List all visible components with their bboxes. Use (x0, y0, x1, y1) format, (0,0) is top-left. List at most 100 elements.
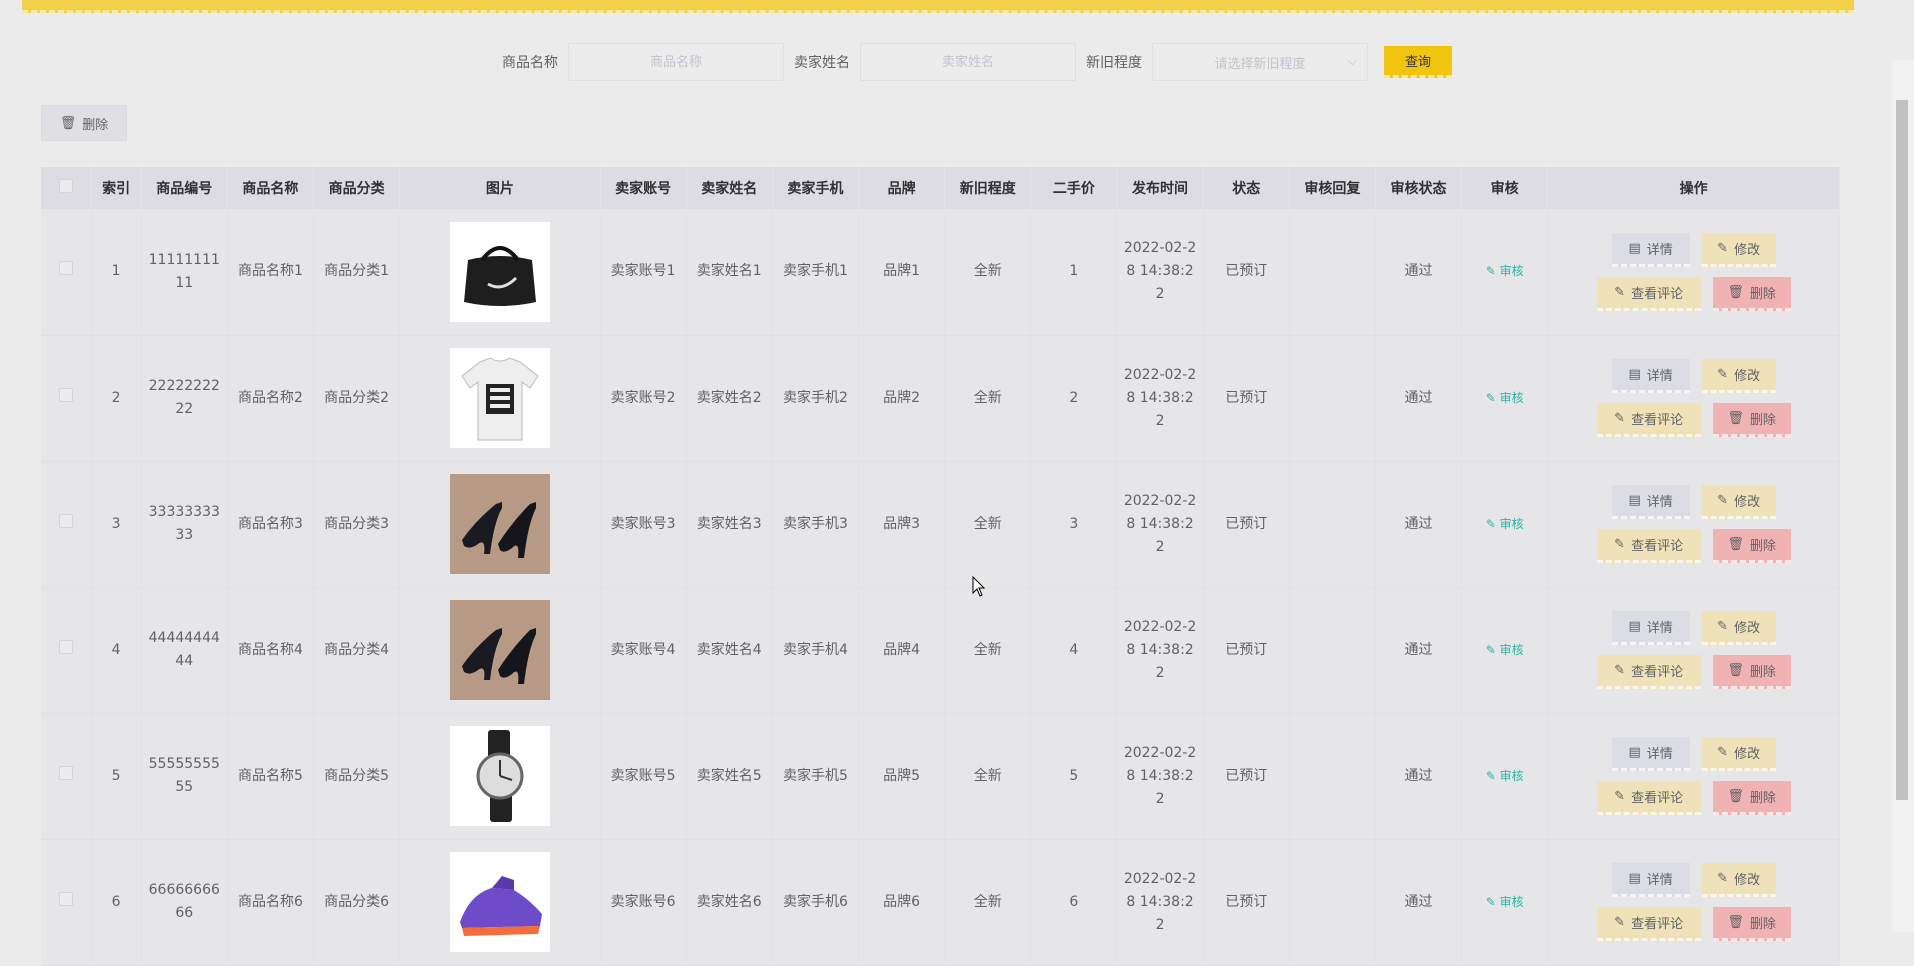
view-comments-button[interactable]: ✎ 查看评论 (1596, 403, 1701, 437)
edit-button[interactable]: ✎ 修改 (1701, 737, 1776, 771)
row-select-cell[interactable] (41, 209, 92, 336)
audit-link[interactable]: ✎ 审核 (1486, 769, 1524, 783)
cell-name: 商品名称1 (227, 209, 315, 336)
header-cell: 操作 (1547, 167, 1840, 209)
table-row: 5 5555555555 商品名称5 商品分类5 卖家账号5 卖家姓名5 卖家手机5 品牌5 全… (41, 713, 1840, 840)
edit-icon: ✎ (1717, 493, 1729, 508)
select-all-checkbox[interactable] (58, 179, 73, 193)
detail-button[interactable]: ▤ 详情 (1611, 611, 1690, 645)
row-checkbox[interactable] (58, 891, 73, 906)
row-select-cell[interactable] (41, 839, 92, 966)
row-checkbox[interactable] (58, 513, 73, 528)
header-cell: 审核回复 (1289, 167, 1376, 209)
audit-link[interactable]: ✎ 审核 (1486, 643, 1524, 657)
detail-button[interactable]: ▤ 详情 (1611, 232, 1690, 267)
chevron-down-icon: ⌵ (1347, 54, 1357, 68)
edit-button[interactable]: ✎ 修改 (1701, 611, 1776, 645)
header-cell: 审核状态 (1375, 167, 1463, 209)
edit-icon: ✎ (1485, 642, 1500, 657)
audit-cell: ✎ 审核 (1461, 713, 1549, 840)
edit-button[interactable]: ✎ 修改 (1701, 485, 1776, 519)
edit-icon: ✎ (1485, 768, 1500, 783)
batch-delete-label: 删除 (82, 117, 109, 133)
cell-audit_status: 通过 (1375, 839, 1463, 966)
delete-button[interactable]: 🗑 删除 (1712, 655, 1791, 689)
seller-name-input[interactable] (860, 43, 1076, 81)
detail-button[interactable]: ▤ 详情 (1611, 359, 1690, 393)
row-select-cell[interactable] (41, 335, 92, 462)
cell-seller: 卖家姓名1 (686, 209, 773, 336)
edit-icon: ✎ (1717, 745, 1729, 760)
cell-account: 卖家账号4 (600, 587, 687, 714)
delete-button[interactable]: 🗑 删除 (1712, 907, 1791, 941)
image-cell (399, 335, 601, 462)
actions-cell: ▤ 详情 ✎ 修改 ✎ 查看评论 🗑 删除 (1547, 713, 1840, 840)
row-select-cell[interactable] (41, 587, 92, 714)
cell-account: 卖家账号3 (600, 461, 687, 588)
cell-audit_status: 通过 (1375, 335, 1463, 462)
cell-name: 商品名称6 (227, 839, 315, 966)
row-checkbox[interactable] (58, 387, 73, 402)
cell-phone: 卖家手机5 (772, 713, 860, 840)
batch-delete-button[interactable]: 🗑 删除 (41, 105, 127, 141)
cell-reply (1289, 587, 1376, 714)
product-name-input[interactable] (568, 43, 784, 81)
search-button[interactable]: 查询 (1384, 46, 1452, 78)
condition-select[interactable]: 请选择新旧程度 ⌵ (1152, 43, 1368, 81)
detail-button[interactable]: ▤ 详情 (1611, 485, 1690, 519)
search-bar: 商品名称 卖家姓名 新旧程度 请选择新旧程度 ⌵ 查询 (0, 42, 1914, 82)
edit-button[interactable]: ✎ 修改 (1701, 232, 1776, 267)
cell-index: 4 (91, 587, 142, 714)
table-row: 4 4444444444 商品名称4 商品分类4 卖家账号4 卖家姓名4 卖家手机4 品牌4 全… (41, 587, 1840, 714)
edit-button[interactable]: ✎ 修改 (1701, 863, 1776, 897)
cell-reply (1289, 461, 1376, 588)
row-select-cell[interactable] (41, 461, 92, 588)
select-all-header[interactable] (41, 167, 92, 209)
row-checkbox[interactable] (58, 765, 73, 780)
cell-seller: 卖家姓名2 (686, 335, 773, 462)
header-cell: 商品编号 (141, 167, 228, 209)
vertical-scrollbar[interactable] (1892, 60, 1914, 932)
cell-time: 2022-02-28 14:38:22 (1116, 713, 1204, 840)
edit-icon: ✎ (1717, 367, 1729, 382)
row-checkbox[interactable] (58, 261, 73, 276)
document-icon: ▤ (1628, 240, 1641, 256)
audit-link[interactable]: ✎ 审核 (1486, 264, 1524, 278)
delete-button[interactable]: 🗑 删除 (1712, 403, 1791, 437)
view-comments-button[interactable]: ✎ 查看评论 (1596, 907, 1701, 941)
edit-icon: ✎ (1485, 390, 1500, 405)
row-checkbox[interactable] (58, 639, 73, 654)
header-cell: 图片 (399, 167, 601, 209)
scrollbar-thumb[interactable] (1896, 100, 1908, 800)
view-comments-button[interactable]: ✎ 查看评论 (1596, 655, 1701, 689)
audit-cell: ✎ 审核 (1461, 587, 1549, 714)
detail-button[interactable]: ▤ 详情 (1611, 737, 1690, 771)
trash-icon: 🗑 (1727, 411, 1744, 426)
delete-button[interactable]: 🗑 删除 (1712, 781, 1791, 815)
cell-category: 商品分类2 (313, 335, 401, 462)
table-row: 1 1111111111 商品名称1 商品分类1 卖家账号1 卖家姓名1 卖家手机1 品牌1 全… (41, 209, 1840, 336)
audit-link[interactable]: ✎ 审核 (1486, 391, 1524, 405)
cell-reply (1289, 335, 1376, 462)
condition-select-placeholder: 请选择新旧程度 (1214, 56, 1306, 72)
header-cell: 卖家账号 (600, 167, 687, 209)
view-comments-button[interactable]: ✎ 查看评论 (1596, 276, 1701, 311)
edit-button[interactable]: ✎ 修改 (1701, 359, 1776, 393)
view-comments-button[interactable]: ✎ 查看评论 (1596, 781, 1701, 815)
cell-name: 商品名称3 (227, 461, 315, 588)
cell-audit_status: 通过 (1375, 461, 1463, 588)
cell-reply (1289, 839, 1376, 966)
cell-condition: 全新 (944, 587, 1032, 714)
view-comments-button[interactable]: ✎ 查看评论 (1596, 529, 1701, 563)
seller-name-label: 卖家姓名 (794, 55, 850, 71)
delete-button[interactable]: 🗑 删除 (1712, 276, 1791, 311)
cell-category: 商品分类1 (313, 209, 401, 336)
delete-button[interactable]: 🗑 删除 (1712, 529, 1791, 563)
row-select-cell[interactable] (41, 713, 92, 840)
detail-button[interactable]: ▤ 详情 (1611, 863, 1690, 897)
header-cell: 发布时间 (1116, 167, 1204, 209)
audit-link[interactable]: ✎ 审核 (1486, 895, 1524, 909)
cell-reply (1289, 713, 1376, 840)
audit-link[interactable]: ✎ 审核 (1486, 517, 1524, 531)
cell-category: 商品分类3 (313, 461, 401, 588)
